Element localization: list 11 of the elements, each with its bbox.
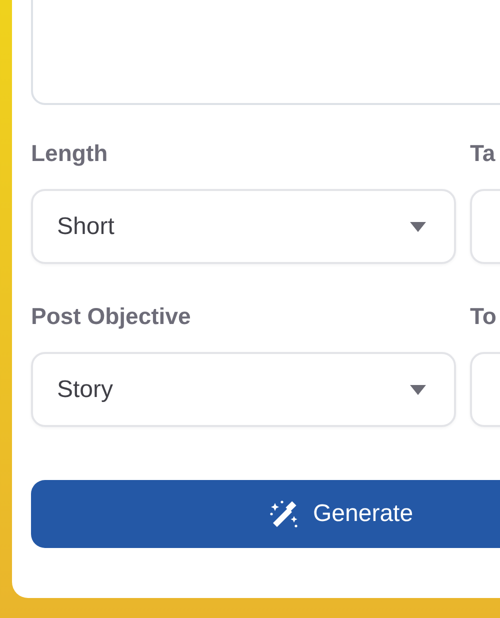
text-area[interactable] — [31, 0, 500, 105]
select-field[interactable]: Story — [31, 352, 456, 427]
select-field[interactable]: Short — [31, 189, 456, 264]
caret-icon — [410, 384, 426, 394]
magic-wand-icon — [269, 499, 299, 529]
generate-button[interactable]: Generate — [31, 480, 500, 548]
caret-icon — [410, 222, 426, 232]
field-label: Length — [31, 139, 109, 167]
field-label: Ta — [470, 139, 496, 167]
field-label: To — [470, 302, 498, 330]
field-label: Post Objective — [31, 302, 192, 330]
